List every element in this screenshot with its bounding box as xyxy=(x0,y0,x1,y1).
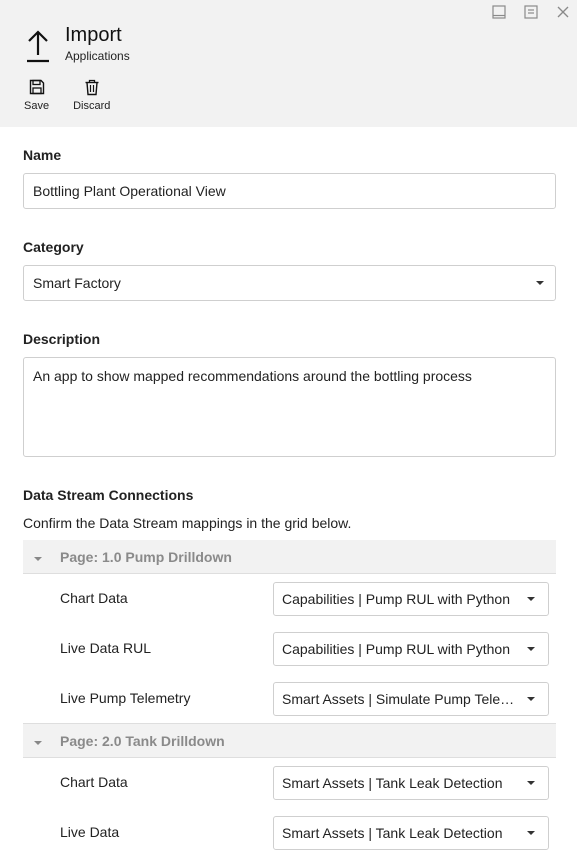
upload-icon xyxy=(27,30,49,63)
category-select-value: Smart Factory xyxy=(33,275,121,291)
dialog-title: Import xyxy=(65,24,122,46)
chevron-down-icon xyxy=(536,281,544,285)
mapping-select-value: Capabilities | Pump RUL with Python xyxy=(282,641,510,657)
mapping-select[interactable]: Smart Assets | Tank Leak Detection xyxy=(273,816,549,850)
chevron-down-icon xyxy=(34,556,42,561)
category-label: Category xyxy=(23,239,84,255)
connections-heading: Data Stream Connections xyxy=(23,487,194,503)
mapping-row-label: Live Data xyxy=(60,824,120,840)
mapping-select[interactable]: Capabilities | Pump RUL with Python xyxy=(273,582,549,616)
trash-icon xyxy=(85,79,99,95)
mapping-row: Chart Data Capabilities | Pump RUL with … xyxy=(23,574,556,624)
connections-hint: Confirm the Data Stream mappings in the … xyxy=(23,515,352,531)
dialog-title-block: Import Applications xyxy=(24,24,130,64)
chevron-down-icon xyxy=(34,740,42,745)
window-controls xyxy=(489,4,573,20)
save-button-label: Save xyxy=(24,100,50,112)
chevron-down-icon xyxy=(527,597,535,601)
chevron-down-icon xyxy=(527,781,535,785)
chevron-down-icon xyxy=(527,697,535,701)
group-title: Page: 1.0 Pump Drilldown xyxy=(60,548,232,565)
group-header-pump-drilldown[interactable]: Page: 1.0 Pump Drilldown xyxy=(23,540,556,574)
mapping-row: Chart Data Smart Assets | Tank Leak Dete… xyxy=(23,758,556,808)
mapping-select-value: Smart Assets | Simulate Pump Telemetry xyxy=(282,691,536,707)
name-label: Name xyxy=(23,147,62,163)
discard-button[interactable]: Discard xyxy=(73,78,110,112)
group-header-tank-drilldown[interactable]: Page: 2.0 Tank Drilldown xyxy=(23,724,556,758)
mapping-select[interactable]: Smart Assets | Simulate Pump Telemetry xyxy=(273,682,549,716)
category-select[interactable]: Smart Factory xyxy=(23,265,556,301)
mapping-row-label: Live Data RUL xyxy=(60,640,152,656)
mapping-select-value: Smart Assets | Tank Leak Detection xyxy=(282,775,503,791)
mapping-select-value: Capabilities | Pump RUL with Python xyxy=(282,591,510,607)
dialog-header: Import Applications Save Discard xyxy=(0,0,577,127)
mapping-row: Live Data RUL Capabilities | Pump RUL wi… xyxy=(23,624,556,674)
save-icon xyxy=(29,79,44,95)
mapping-select-value: Smart Assets | Tank Leak Detection xyxy=(282,825,503,841)
mapping-select[interactable]: Capabilities | Pump RUL with Python xyxy=(273,632,549,666)
mapping-select[interactable]: Smart Assets | Tank Leak Detection xyxy=(273,766,549,800)
mapping-row-label: Chart Data xyxy=(60,774,128,790)
chevron-down-icon xyxy=(527,831,535,835)
mapping-row: Live Data Smart Assets | Tank Leak Detec… xyxy=(23,808,556,858)
group-title: Page: 2.0 Tank Drilldown xyxy=(60,732,225,749)
mapping-row: Live Pump Telemetry Smart Assets | Simul… xyxy=(23,674,556,724)
minimize-icon[interactable] xyxy=(489,4,509,20)
discard-button-label: Discard xyxy=(73,100,111,112)
mapping-row-label: Live Pump Telemetry xyxy=(60,690,191,706)
mapping-row-label: Chart Data xyxy=(60,590,128,606)
dialog-subtitle: Applications xyxy=(65,49,130,63)
close-icon[interactable] xyxy=(553,4,573,20)
description-label: Description xyxy=(23,331,101,347)
save-button[interactable]: Save xyxy=(24,78,49,112)
description-textarea[interactable]: An app to show mapped recommendations ar… xyxy=(23,357,556,457)
name-input[interactable]: Bottling Plant Operational View xyxy=(23,173,556,209)
chevron-down-icon xyxy=(527,647,535,651)
restore-icon[interactable] xyxy=(521,4,541,20)
toolbar: Save Discard xyxy=(24,78,134,112)
